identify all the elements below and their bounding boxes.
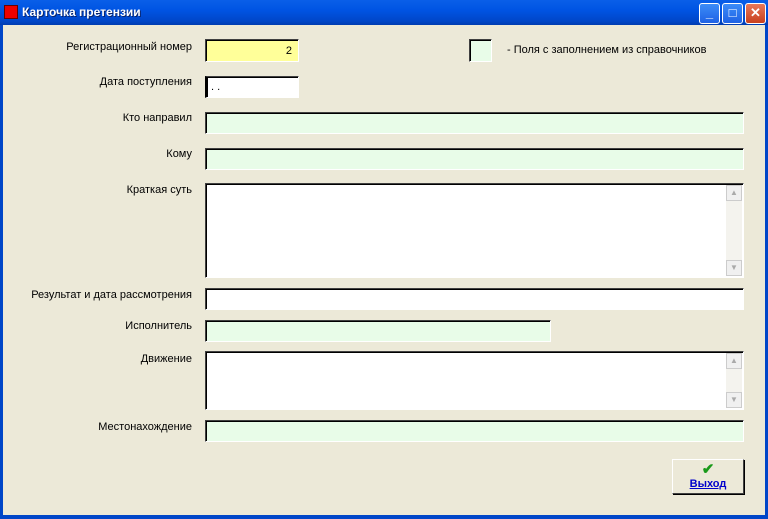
reg-number-label: Регистрационный номер — [66, 41, 192, 53]
scroll-down-arrow-icon[interactable]: ▼ — [726, 260, 742, 276]
result-input[interactable] — [205, 288, 744, 310]
summary-textarea[interactable]: ▲ ▼ — [205, 183, 744, 278]
movement-scrollbar[interactable]: ▲ ▼ — [726, 353, 742, 408]
close-button[interactable]: ✕ — [745, 3, 766, 24]
exit-button[interactable]: ✔ Выход — [672, 459, 744, 494]
location-label: Местонахождение — [98, 421, 192, 433]
legend-text: - Поля с заполнением из справочников — [507, 44, 707, 56]
sender-label: Кто направил — [122, 112, 192, 124]
movement-textarea[interactable]: ▲ ▼ — [205, 351, 744, 410]
movement-label: Движение — [140, 353, 192, 365]
window-border-bottom — [0, 515, 768, 519]
summary-scrollbar[interactable]: ▲ ▼ — [726, 185, 742, 276]
title-bar: Карточка претензии _ □ ✕ — [0, 0, 768, 25]
maximize-button[interactable]: □ — [722, 3, 743, 24]
window-border-left — [0, 25, 3, 515]
location-input[interactable] — [205, 420, 744, 442]
sender-input[interactable] — [205, 112, 744, 134]
executor-label: Исполнитель — [125, 320, 192, 332]
scroll-down-arrow-icon[interactable]: ▼ — [726, 392, 742, 408]
window-title: Карточка претензии — [22, 5, 141, 19]
executor-input[interactable] — [205, 320, 551, 342]
result-label: Результат и дата рассмотрения — [31, 289, 192, 301]
checkmark-icon: ✔ — [701, 461, 715, 478]
date-received-input[interactable]: . . — [205, 76, 299, 98]
reg-number-input[interactable]: 2 — [205, 39, 299, 62]
minimize-button[interactable]: _ — [699, 3, 720, 24]
recipient-input[interactable] — [205, 148, 744, 170]
summary-label: Краткая суть — [126, 184, 192, 196]
scroll-up-arrow-icon[interactable]: ▲ — [726, 185, 742, 201]
recipient-label: Кому — [166, 148, 192, 160]
legend-swatch — [469, 39, 492, 62]
app-icon — [4, 5, 18, 19]
exit-button-label: Выход — [689, 478, 727, 490]
scroll-up-arrow-icon[interactable]: ▲ — [726, 353, 742, 369]
date-received-label: Дата поступления — [99, 76, 192, 88]
